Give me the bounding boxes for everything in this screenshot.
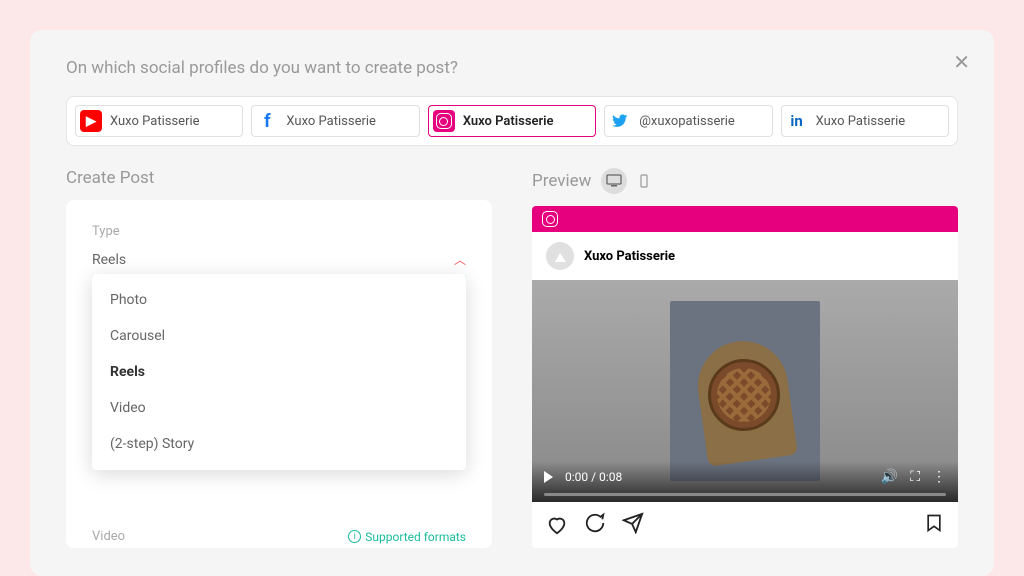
instagram-icon — [542, 211, 558, 227]
profile-label: Xuxo Patisserie — [463, 114, 554, 129]
dropdown-option-photo[interactable]: Photo — [92, 282, 466, 318]
send-icon[interactable] — [622, 512, 644, 538]
comment-icon[interactable] — [584, 512, 606, 538]
play-icon[interactable] — [544, 471, 553, 483]
desktop-view-button[interactable] — [601, 168, 627, 194]
video-time: 0:00 / 0:08 — [565, 470, 869, 484]
profile-chip-twitter[interactable]: @xuxopatisserie — [604, 105, 772, 137]
avatar — [546, 242, 574, 270]
type-value: Reels — [92, 252, 126, 268]
facebook-icon: f — [256, 110, 278, 132]
video-thumbnail — [670, 301, 820, 481]
mobile-view-button[interactable] — [631, 168, 657, 194]
preview-title: Preview — [532, 171, 591, 191]
heart-icon[interactable] — [546, 514, 568, 536]
profile-label: Xuxo Patisserie — [816, 114, 906, 129]
video-section: Video i Supported formats — [92, 529, 466, 544]
volume-icon[interactable]: 🔊 — [881, 469, 898, 485]
profile-label: Xuxo Patisserie — [110, 114, 200, 129]
video-scrubber[interactable] — [544, 493, 946, 496]
instagram-icon — [433, 110, 455, 132]
bookmark-icon[interactable] — [924, 512, 944, 538]
video-preview[interactable]: 0:00 / 0:08 🔊 ⛶ ⋮ — [532, 280, 958, 502]
video-label: Video — [92, 529, 125, 544]
columns: Create Post Type Reels ︿ Photo Carousel … — [66, 168, 958, 548]
account-name: Xuxo Patisserie — [584, 249, 675, 264]
preview-column: Preview Xuxo Pa — [532, 168, 958, 548]
video-controls: 0:00 / 0:08 🔊 ⛶ ⋮ — [532, 461, 958, 502]
device-toggle — [601, 168, 657, 194]
dropdown-option-story[interactable]: (2-step) Story — [92, 426, 466, 462]
dropdown-option-carousel[interactable]: Carousel — [92, 318, 466, 354]
supported-formats-link[interactable]: i Supported formats — [348, 530, 466, 544]
profile-chip-instagram[interactable]: Xuxo Patisserie — [428, 105, 596, 137]
dropdown-option-reels[interactable]: Reels — [92, 354, 466, 390]
create-post-title: Create Post — [66, 168, 154, 188]
dropdown-option-video[interactable]: Video — [92, 390, 466, 426]
profile-chip-youtube[interactable]: ▶ Xuxo Patisserie — [75, 105, 243, 137]
create-column: Create Post Type Reels ︿ Photo Carousel … — [66, 168, 492, 548]
more-icon[interactable]: ⋮ — [932, 469, 946, 485]
fullscreen-icon[interactable]: ⛶ — [910, 469, 920, 485]
profile-chip-linkedin[interactable]: in Xuxo Patisserie — [781, 105, 949, 137]
twitter-icon — [609, 110, 631, 132]
social-profiles-bar: ▶ Xuxo Patisserie f Xuxo Patisserie Xuxo… — [66, 96, 958, 146]
close-icon[interactable]: ✕ — [953, 50, 970, 74]
profiles-question: On which social profiles do you want to … — [66, 58, 958, 78]
type-label: Type — [92, 224, 466, 239]
preview-card: Xuxo Patisserie 0:00 / 0:08 🔊 — [532, 206, 958, 548]
profile-label: Xuxo Patisserie — [286, 114, 376, 129]
profile-chip-facebook[interactable]: f Xuxo Patisserie — [251, 105, 419, 137]
profile-label: @xuxopatisserie — [639, 114, 735, 129]
supported-text: Supported formats — [365, 530, 466, 544]
youtube-icon: ▶ — [80, 110, 102, 132]
chevron-up-icon: ︿ — [454, 251, 466, 268]
instagram-preview-header — [532, 206, 958, 232]
create-post-modal: ✕ On which social profiles do you want t… — [30, 30, 994, 576]
info-icon: i — [348, 530, 361, 543]
post-actions — [532, 502, 958, 548]
linkedin-icon: in — [786, 110, 808, 132]
create-post-card: Type Reels ︿ Photo Carousel Reels Video … — [66, 200, 492, 548]
type-dropdown: Photo Carousel Reels Video (2-step) Stor… — [92, 274, 466, 470]
post-header: Xuxo Patisserie — [532, 232, 958, 280]
